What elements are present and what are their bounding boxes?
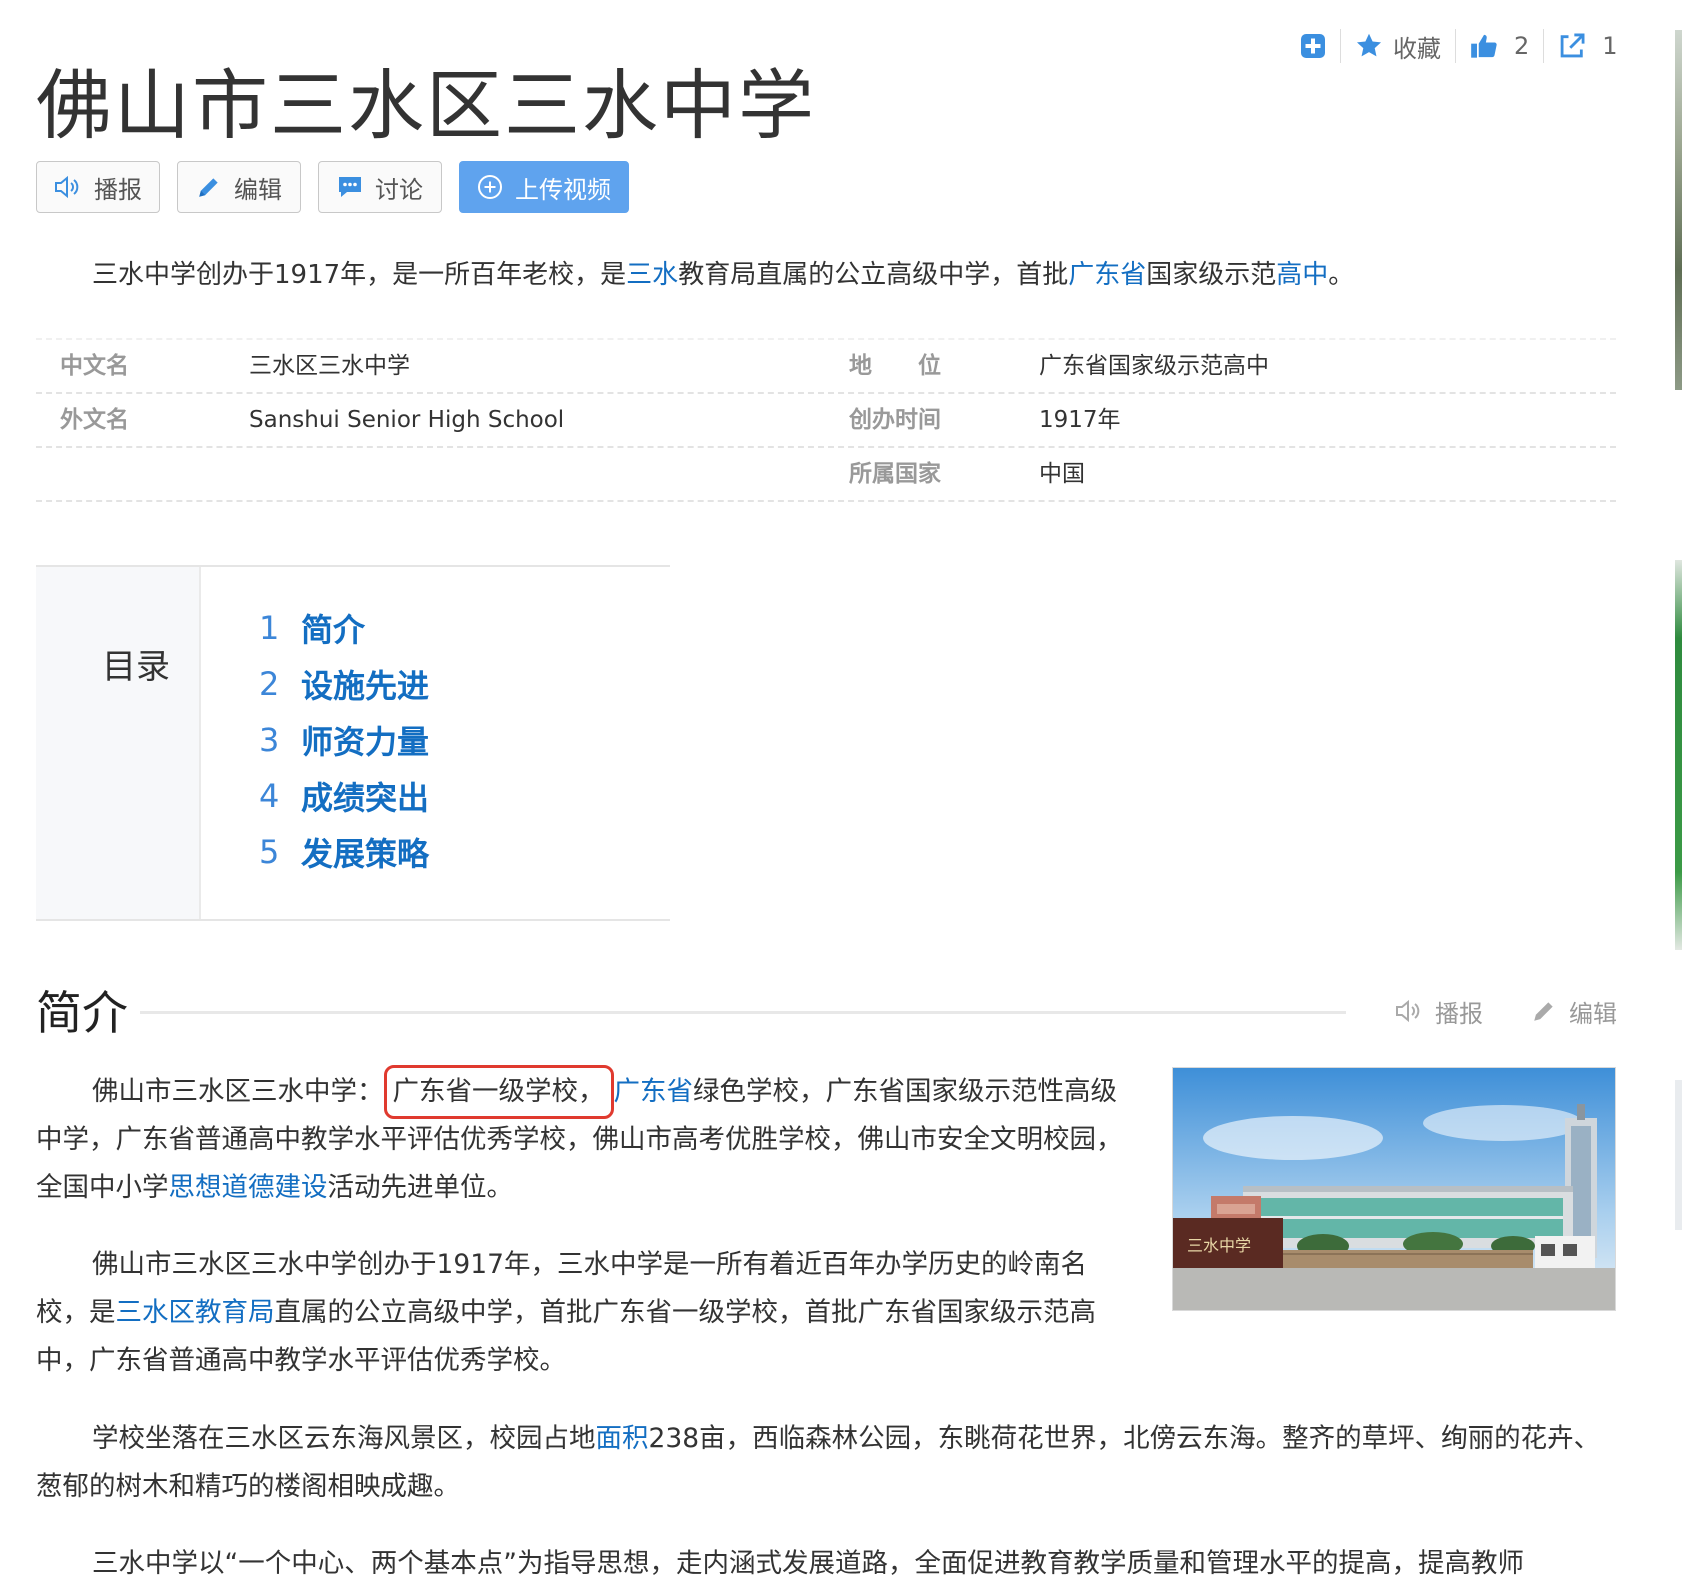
catalog-item-label: 简介 — [301, 611, 366, 649]
catalog-list: 1 简介 2 设施先进 3 师资力量 4 成绩突出 5 发展策略 — [201, 567, 670, 919]
intro-paragraph-4: 三水中学以“一个中心、两个基本点”为指导思想，走内涵式发展道路，全面促进教育教学… — [36, 1540, 1626, 1588]
catalog-item-number: 3 — [259, 721, 280, 759]
discuss-label: 讨论 — [375, 175, 423, 204]
school-sign-text: 三水中学 — [1187, 1236, 1251, 1255]
summary-text: 教育局直属的公立高级中学，首批 — [678, 260, 1069, 290]
catalog-title: 目录 — [102, 647, 170, 687]
catalog-item-strategy[interactable]: 5 发展策略 — [259, 827, 429, 877]
like-button[interactable]: 2 — [1470, 28, 1529, 64]
section-divider — [140, 1011, 1346, 1014]
summary-text: 国家级示范 — [1146, 260, 1277, 290]
paragraph-text: 学校坐落在三水区云东海风景区，校园占地 — [92, 1423, 596, 1454]
neighbor-panel-edge — [1675, 0, 1682, 1574]
catalog-item-facilities[interactable]: 2 设施先进 — [259, 659, 429, 709]
catalog-item-number: 1 — [259, 609, 280, 647]
add-button[interactable] — [1300, 28, 1326, 64]
broadcast-button[interactable]: 播报 — [36, 161, 160, 213]
star-icon — [1355, 32, 1383, 60]
info-value-country: 中国 — [1039, 461, 1085, 487]
speaker-icon — [1395, 999, 1423, 1023]
divider — [1455, 29, 1456, 63]
intro-paragraph-2: 佛山市三水区三水中学创办于1917年，三水中学是一所有着近百年办学历史的岭南名校… — [36, 1241, 1136, 1385]
upload-video-button[interactable]: 上传视频 — [459, 161, 629, 213]
top-actions-bar: 收藏 2 1 — [1300, 28, 1618, 64]
basic-info-table: 中文名 三水区三水中学 地 位 广东省国家级示范高中 外文名 Sanshui S… — [36, 338, 1616, 502]
summary-text: 三水中学创办于1917年，是一所百年老校，是 — [92, 260, 627, 290]
info-value-founded: 1917年 — [1039, 407, 1121, 433]
info-key-founded: 创办时间 — [849, 407, 941, 433]
page-title: 佛山市三水区三水中学 — [36, 61, 816, 150]
catalog-item-number: 5 — [259, 833, 280, 871]
info-value-status: 广东省国家级示范高中 — [1039, 353, 1269, 379]
catalog-item-label: 发展策略 — [301, 835, 430, 873]
catalog-item-intro[interactable]: 1 简介 — [259, 603, 365, 653]
share-count: 1 — [1602, 32, 1618, 60]
intro-paragraph-1: 佛山市三水区三水中学： 广东省一级学校， 广东省绿色学校，广东省国家级示范性高级中学… — [36, 1065, 1136, 1212]
info-key-country: 所属国家 — [849, 461, 941, 487]
thumbs-up-icon — [1470, 32, 1498, 60]
catalog-item-number: 2 — [259, 665, 280, 703]
section-broadcast-button[interactable]: 播报 — [1395, 993, 1483, 1029]
plus-square-icon — [1300, 33, 1326, 59]
catalog-item-number: 4 — [259, 777, 280, 815]
pencil-icon — [1531, 998, 1557, 1024]
table-of-contents: 目录 1 简介 2 设施先进 3 师资力量 4 成绩突出 5 发展策略 — [36, 565, 670, 921]
favorite-button[interactable]: 收藏 — [1355, 28, 1441, 64]
divider — [1340, 29, 1341, 63]
info-row: 中文名 三水区三水中学 地 位 广东省国家级示范高中 — [36, 338, 1616, 394]
like-count: 2 — [1514, 32, 1530, 60]
paragraph-text: 活动先进单位。 — [327, 1172, 514, 1203]
pencil-icon — [196, 174, 222, 200]
link-guangdong[interactable]: 广东省 — [1068, 260, 1146, 290]
summary-text: 。 — [1328, 260, 1355, 290]
info-row: 所属国家 中国 — [36, 448, 1616, 502]
edit-label: 编辑 — [234, 175, 282, 204]
link-high-school[interactable]: 高中 — [1276, 260, 1328, 290]
section-edit-button[interactable]: 编辑 — [1531, 993, 1617, 1029]
catalog-item-label: 设施先进 — [301, 667, 430, 705]
catalog-item-faculty[interactable]: 3 师资力量 — [259, 715, 429, 765]
link-education-bureau[interactable]: 三水区教育局 — [116, 1297, 275, 1328]
info-row: 外文名 Sanshui Senior High School 创办时间 1917… — [36, 394, 1616, 448]
share-icon — [1558, 32, 1586, 60]
broadcast-label: 播报 — [94, 175, 142, 204]
edit-button[interactable]: 编辑 — [177, 161, 301, 213]
section-actions: 播报 编辑 — [1395, 993, 1617, 1029]
section-edit-label: 编辑 — [1569, 999, 1617, 1028]
catalog-item-label: 成绩突出 — [301, 779, 430, 817]
summary-paragraph: 三水中学创办于1917年，是一所百年老校，是三水教育局直属的公立高级中学，首批广… — [36, 253, 1616, 297]
info-key-status: 地 位 — [849, 353, 941, 379]
speaker-icon — [54, 175, 82, 199]
paragraph-text: 佛山市三水区三水中学： — [92, 1076, 384, 1107]
school-photo[interactable]: 三水中学 — [1172, 1067, 1616, 1311]
info-key-chinese-name: 中文名 — [60, 353, 129, 379]
link-sanshui[interactable]: 三水 — [626, 260, 678, 290]
intro-paragraph-3: 学校坐落在三水区云东海风景区，校园占地面积238亩，西临森林公园，东眺荷花世界，… — [36, 1415, 1626, 1511]
share-button[interactable]: 1 — [1558, 28, 1618, 64]
chat-bubble-icon — [337, 175, 363, 199]
info-value-chinese-name: 三水区三水中学 — [249, 353, 410, 379]
favorite-label: 收藏 — [1393, 34, 1441, 63]
paragraph-text: 三水中学以“一个中心、两个基本点”为指导思想，走内涵式发展道路，全面促进教育教学… — [92, 1548, 1524, 1579]
divider — [1543, 29, 1545, 63]
action-buttons: 播报 编辑 讨论 上传视频 — [36, 161, 646, 213]
catalog-item-label: 师资力量 — [301, 723, 430, 761]
info-value-foreign-name: Sanshui Senior High School — [249, 407, 565, 433]
info-key-foreign-name: 外文名 — [60, 407, 129, 433]
discuss-button[interactable]: 讨论 — [318, 161, 442, 213]
catalog-header: 目录 — [36, 567, 201, 919]
section-broadcast-label: 播报 — [1435, 999, 1483, 1028]
section-title-intro: 简介 — [36, 986, 128, 1040]
highlight-box: 广东省一级学校， — [383, 1065, 614, 1119]
link-area[interactable]: 面积 — [596, 1423, 649, 1454]
plus-circle-icon — [477, 174, 503, 200]
link-guangdong[interactable]: 广东省 — [614, 1076, 694, 1107]
catalog-item-achievements[interactable]: 4 成绩突出 — [259, 771, 429, 821]
upload-video-label: 上传视频 — [515, 175, 611, 204]
link-moral-education[interactable]: 思想道德建设 — [169, 1172, 328, 1203]
